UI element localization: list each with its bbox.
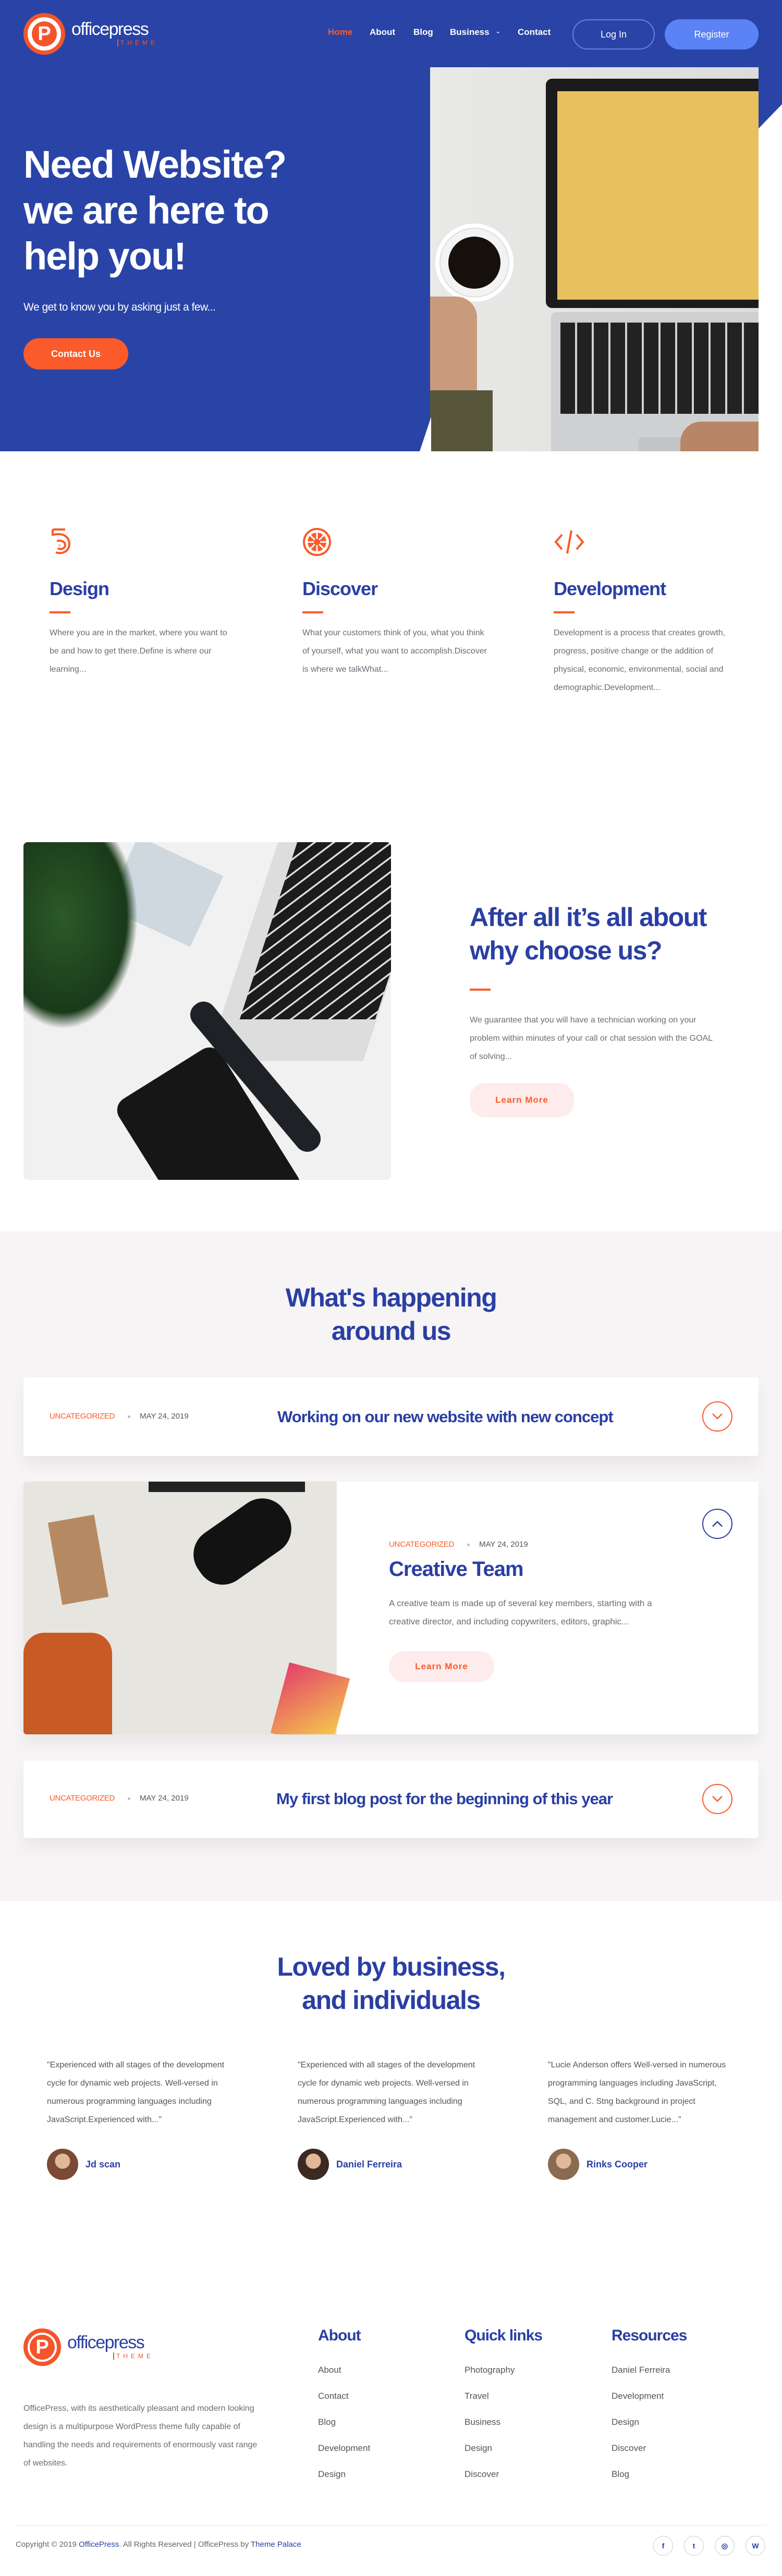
avatar: [47, 2149, 78, 2180]
login-button[interactable]: Log In: [572, 19, 655, 50]
testimonial: "Lucie Anderson offers Well-versed in nu…: [548, 2056, 730, 2180]
collapse-button[interactable]: [702, 1509, 732, 1539]
footer-link[interactable]: Photography: [465, 2365, 515, 2375]
chevron-down-icon: [712, 1796, 723, 1802]
blog-title: What's happening around us: [285, 1283, 497, 1346]
footer-link[interactable]: Design: [465, 2443, 492, 2454]
footer-description: OfficePress, with its aesthetically plea…: [23, 2404, 258, 2468]
testimonial-quote: "Experienced with all stages of the deve…: [47, 2061, 225, 2124]
post-title[interactable]: Creative Team: [389, 1558, 524, 1581]
divider: [50, 611, 70, 613]
chevron-down-icon[interactable]: ⌄: [495, 27, 501, 35]
testimonial-quote: "Lucie Anderson offers Well-versed in nu…: [548, 2061, 726, 2124]
post-excerpt: A creative team is made up of several ke…: [389, 1598, 652, 1626]
svg-text:×: ×: [58, 543, 61, 549]
logo-text: officepress: [71, 19, 149, 39]
contact-us-button[interactable]: Contact Us: [23, 338, 128, 369]
footer-link[interactable]: Design: [612, 2417, 639, 2427]
nav-contact[interactable]: Contact: [518, 27, 551, 38]
why-text: We guarantee that you will have a techni…: [470, 1016, 713, 1061]
nav-blog[interactable]: Blog: [413, 27, 433, 38]
footer-link[interactable]: Discover: [612, 2443, 646, 2454]
footer-link[interactable]: Discover: [465, 2469, 499, 2480]
separator-dot: [128, 1415, 130, 1418]
blog-post-collapsed[interactable]: UNCATEGORIZED MAY 24, 2019 Working on ou…: [23, 1377, 759, 1456]
testimonial-quote: "Experienced with all stages of the deve…: [298, 2061, 475, 2124]
logo-mark: P: [23, 2328, 61, 2366]
footer-link[interactable]: About: [318, 2365, 341, 2375]
hero-title: Need Website? we are here to help you!: [23, 143, 287, 278]
learn-more-button[interactable]: Learn More: [389, 1651, 494, 1682]
footer-link[interactable]: Contact: [318, 2391, 349, 2401]
social-links: f t ◎ W: [653, 2536, 765, 2556]
testimonial-name: Jd scan: [85, 2159, 121, 2170]
spiral-five-icon: ×: [52, 528, 71, 554]
copyright: Copyright © 2019 OfficePress. All Rights…: [16, 2540, 301, 2549]
register-button[interactable]: Register: [665, 19, 759, 50]
footer-link[interactable]: Travel: [465, 2391, 489, 2401]
logo-mark: P: [23, 13, 65, 55]
facebook-icon[interactable]: f: [653, 2536, 673, 2556]
footer-link[interactable]: Development: [318, 2443, 370, 2454]
separator-dot: [128, 1797, 130, 1800]
theme-palace-link[interactable]: Theme Palace: [251, 2540, 301, 2549]
post-title[interactable]: Working on our new website with new conc…: [277, 1408, 614, 1426]
footer-column-title: Resources: [612, 2327, 687, 2344]
twitter-icon[interactable]: t: [684, 2536, 704, 2556]
post-title[interactable]: My first blog post for the beginning of …: [276, 1790, 613, 1808]
feature-design: × Design Where you are in the market, wh…: [50, 527, 268, 679]
chevron-up-icon: [712, 1521, 723, 1527]
hero-image: [430, 67, 759, 451]
footer-column-title: Quick links: [465, 2327, 543, 2344]
divider: [554, 611, 575, 613]
hero-subtitle: We get to know you by asking just a few.…: [23, 301, 216, 313]
nav-business[interactable]: Business: [450, 27, 490, 38]
footer-link[interactable]: Design: [318, 2469, 346, 2480]
testimonial-name: Rinks Cooper: [586, 2159, 648, 2170]
footer-link[interactable]: Blog: [612, 2469, 629, 2480]
divider: [302, 611, 323, 613]
footer-link[interactable]: Blog: [318, 2417, 336, 2427]
chevron-down-icon: [712, 1413, 723, 1420]
copyright-brand-link[interactable]: OfficePress: [79, 2540, 119, 2549]
testimonial: "Experienced with all stages of the deve…: [47, 2056, 229, 2180]
hero-corner-decoration: [759, 104, 782, 451]
expand-button[interactable]: [702, 1401, 732, 1432]
footer-column-title: About: [318, 2327, 361, 2344]
testimonial: "Experienced with all stages of the deve…: [298, 2056, 480, 2180]
blog-post-collapsed[interactable]: UNCATEGORIZED MAY 24, 2019 My first blog…: [23, 1760, 759, 1838]
wordpress-icon[interactable]: W: [746, 2536, 765, 2556]
testimonial-name: Daniel Ferreira: [336, 2159, 402, 2170]
blog-post-expanded: UNCATEGORIZED MAY 24, 2019 Creative Team…: [23, 1482, 759, 1734]
feature-discover: Discover What your customers think of yo…: [302, 527, 521, 679]
why-image: [23, 842, 391, 1180]
logo-sub: THEME: [117, 39, 158, 46]
avatar: [548, 2149, 579, 2180]
nav-about[interactable]: About: [370, 27, 395, 38]
feature-development: Development Development is a process tha…: [554, 527, 773, 697]
divider: [470, 989, 491, 991]
logo[interactable]: P officepress THEME: [23, 13, 158, 55]
avatar: [298, 2149, 329, 2180]
learn-more-button[interactable]: Learn More: [470, 1083, 574, 1117]
instagram-icon[interactable]: ◎: [715, 2536, 735, 2556]
nav-home[interactable]: Home: [328, 27, 352, 38]
emblem-icon: [303, 528, 331, 556]
post-image: [23, 1482, 350, 1734]
expand-button[interactable]: [702, 1784, 732, 1814]
footer-link[interactable]: Daniel Ferreira: [612, 2365, 670, 2375]
footer-link[interactable]: Development: [612, 2391, 664, 2401]
testimonials-title: Loved by business, and individuals: [277, 1952, 506, 2015]
why-title: After all it’s all about why choose us?: [470, 903, 707, 965]
footer-link[interactable]: Business: [465, 2417, 500, 2427]
code-icon: [554, 530, 584, 554]
footer-logo[interactable]: P officepress THEME: [23, 2328, 154, 2366]
separator-dot: [467, 1544, 470, 1546]
